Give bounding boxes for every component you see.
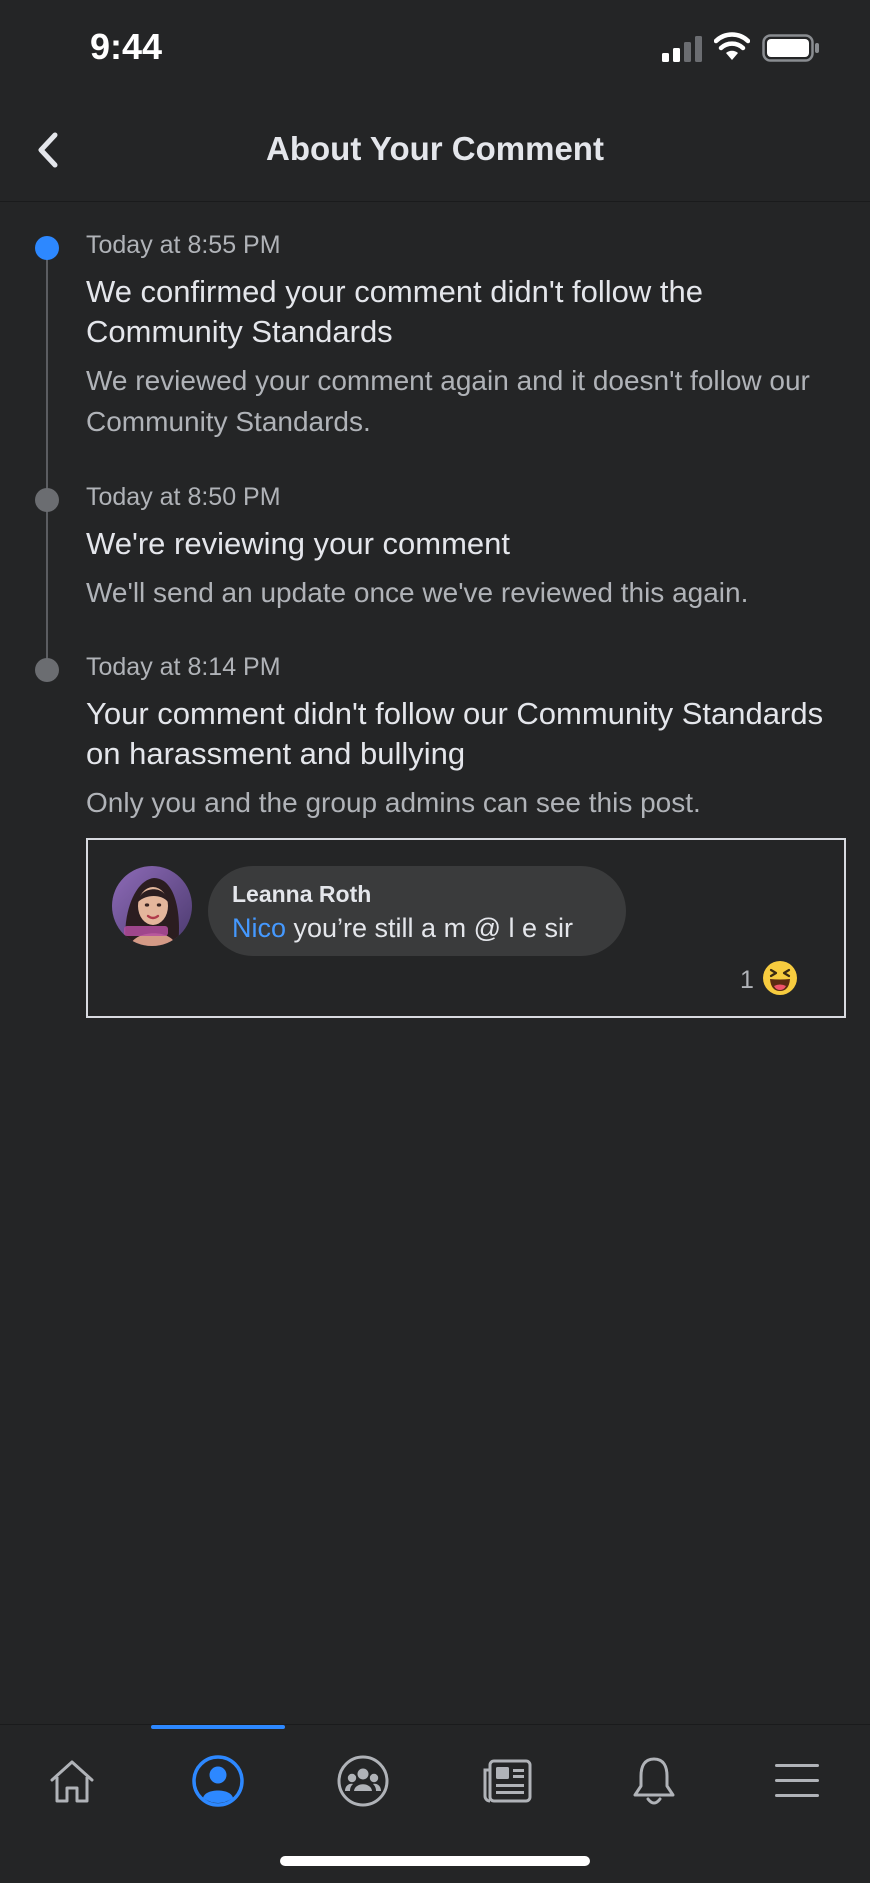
entry-description: Only you and the group admins can see th… [86,787,701,818]
page-title: About Your Comment [266,130,604,167]
home-icon [50,1760,94,1803]
mention-link[interactable]: Nico [232,913,286,943]
cellular-signal-icon [662,36,702,62]
home-indicator[interactable] [280,1856,590,1866]
notifications-bell-icon [633,1757,675,1805]
comment-body: you’re still a m @ l e sir [286,913,573,943]
entry-title: We confirmed your comment didn't follow … [86,274,704,349]
comment-bubble[interactable]: Leanna Roth Nico you’re still a m @ l e … [208,866,626,956]
comment-preview[interactable]: Leanna Roth Nico you’re still a m @ l e … [86,838,846,1018]
timeline-entry: Today at 8:55 PM We confirmed your comme… [86,230,856,442]
nav-news-feed[interactable] [462,1741,552,1821]
comment-text: Nico you’re still a m @ l e sir [232,910,602,946]
profile-picture-icon [112,866,192,946]
haha-emoji-icon[interactable] [762,960,798,996]
profile-icon [192,1755,244,1807]
nav-notifications[interactable] [609,1741,699,1821]
wifi-icon [714,32,750,60]
timeline-entry: Today at 8:50 PM We're reviewing your co… [86,482,856,613]
timeline-dot [35,658,59,682]
entry-description: We'll send an update once we've reviewed… [86,577,749,608]
news-feed-icon [483,1759,532,1803]
nav-home[interactable] [27,1741,117,1821]
menu-icon [775,1764,819,1797]
timeline-dot-active [35,236,59,260]
entry-title: We're reviewing your comment [86,526,510,561]
entry-time: Today at 8:50 PM [86,483,281,511]
nav-profile[interactable] [173,1741,263,1821]
status-bar: 9:44 [0,0,870,100]
status-time: 9:44 [90,26,163,67]
timeline-line [46,246,48,670]
groups-icon [337,1755,389,1807]
bottom-navigation [0,1724,870,1824]
nav-menu[interactable] [752,1741,842,1821]
battery-icon [762,34,819,62]
nav-groups[interactable] [318,1741,408,1821]
timeline-dot [35,488,59,512]
timeline-entry: Today at 8:14 PM Your comment didn't fol… [86,652,856,823]
entry-title: Your comment didn't follow our Community… [86,696,824,771]
entry-description: We reviewed your comment again and it do… [86,365,810,437]
active-tab-indicator [151,1725,285,1729]
header: About Your Comment [0,100,870,202]
avatar[interactable] [112,866,192,946]
entry-time: Today at 8:14 PM [86,653,281,681]
comment-author[interactable]: Leanna Roth [232,880,602,908]
reaction-count[interactable]: 1 [740,966,754,995]
entry-time: Today at 8:55 PM [86,231,281,259]
